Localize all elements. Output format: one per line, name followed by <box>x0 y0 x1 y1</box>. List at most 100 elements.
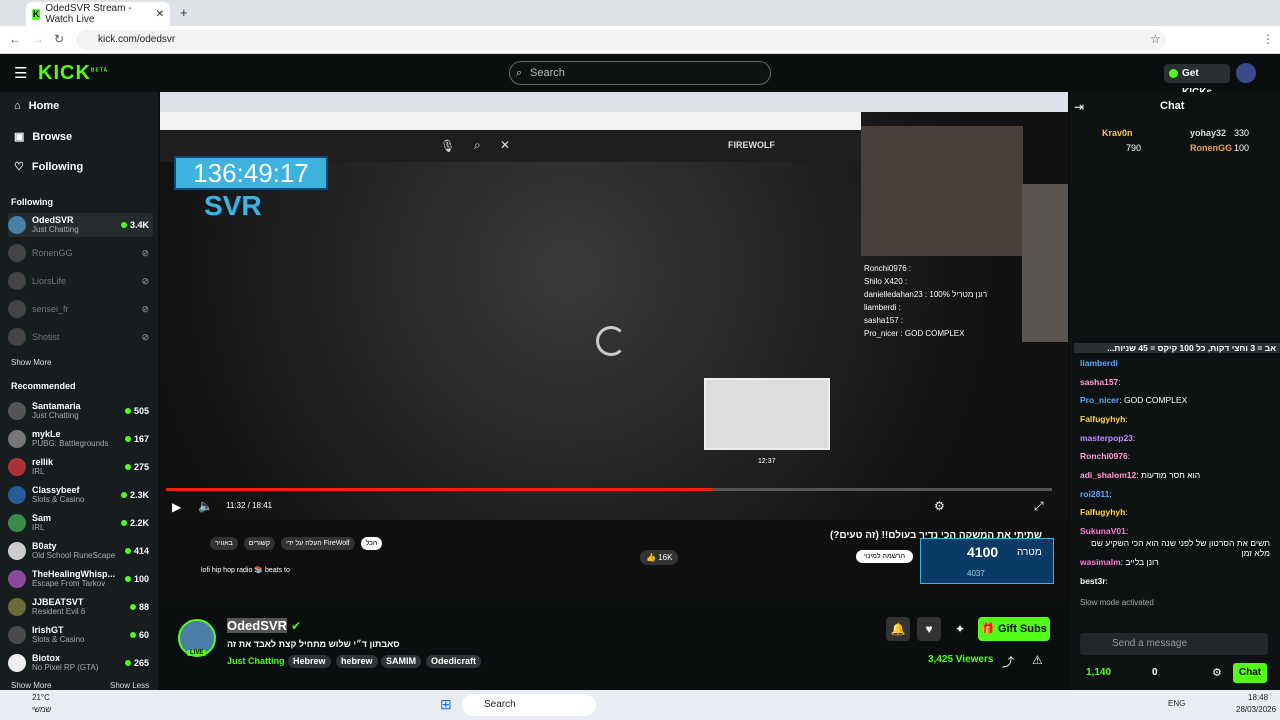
chat-settings-gear-icon[interactable]: ⚙ <box>1212 666 1222 679</box>
rec-channel[interactable]: IrishGT Slots & Casino 60 <box>8 623 153 647</box>
menu-kebab-icon[interactable]: ⋮ <box>1262 32 1274 46</box>
recommended-show-less[interactable]: Show Less <box>110 681 149 690</box>
chat-user[interactable]: SukunaV01 <box>1080 526 1126 536</box>
follow-heart-icon[interactable]: ♥ <box>917 617 941 641</box>
chat-input[interactable]: Send a message <box>1080 633 1268 655</box>
chat-user[interactable]: Ronchi0976 <box>1080 451 1128 461</box>
nav-home[interactable]: ⌂ Home <box>14 100 59 112</box>
yt-subtab[interactable]: קשורים <box>243 537 276 550</box>
kick-logo[interactable]: KICKBETA <box>38 62 108 85</box>
chat-user[interactable]: sasha157 <box>1080 377 1118 387</box>
chat-user[interactable]: Pro_nicer <box>1080 395 1119 405</box>
chat-message: adi_shalom12: הוא חסר מודעות <box>1080 470 1201 480</box>
taskbar-search[interactable]: Search <box>462 694 596 716</box>
rec-channel[interactable]: Santamaria Just Chatting 505 <box>8 399 153 423</box>
share-icon[interactable]: ⤴ <box>1002 653 1014 670</box>
rec-channel[interactable]: Classybeef Slots & Casino 2.3K <box>8 483 153 507</box>
yt-subtab[interactable]: העלה על ידי FireWolf <box>281 537 355 550</box>
chat-user[interactable]: adi_shalom12 <box>1080 470 1136 480</box>
avatar <box>8 216 26 234</box>
boost-icon[interactable]: ✦ <box>948 617 972 641</box>
stream-category[interactable]: Just Chatting <box>227 656 285 666</box>
following-channel-ronengg[interactable]: RonenGG ⊘ <box>8 241 153 265</box>
channel-category: PUBG: Battlegrounds <box>32 439 109 448</box>
url-field[interactable]: kick.com/odedsvr <box>76 30 1166 50</box>
hamburger-icon[interactable]: ☰ <box>14 64 27 82</box>
nav-following[interactable]: ♡ Following <box>14 160 83 174</box>
logo-text: KICK <box>38 62 91 84</box>
chat-user[interactable]: roi2811 <box>1080 489 1109 499</box>
play-icon[interactable]: ▶ <box>172 500 181 514</box>
fullscreen-icon[interactable]: ⤢ <box>1034 499 1044 514</box>
avatar <box>8 458 26 476</box>
close-tab-icon[interactable]: ✕ <box>156 9 164 20</box>
browser-tab[interactable]: K OdedSVR Stream - Watch Live ✕ <box>26 2 170 26</box>
chat-user[interactable]: Falfugyhyh <box>1080 507 1125 517</box>
recommended-show-more[interactable]: Show More <box>11 681 51 690</box>
viewer-count: 60 <box>129 630 149 640</box>
secondary-webcam <box>1022 184 1068 342</box>
forward-icon[interactable]: → <box>32 32 44 46</box>
chat-user[interactable]: wasimalm <box>1080 557 1121 567</box>
kicks-balance[interactable]: 0 <box>1152 667 1158 678</box>
reload-icon[interactable]: ↻ <box>54 32 64 46</box>
rec-channel[interactable]: B0aty Old School RuneScape 414 <box>8 539 153 563</box>
kicks-balance-value: 0 <box>1152 667 1158 678</box>
rec-channel[interactable]: Sam IRL 2.2K <box>8 511 153 535</box>
avatar <box>8 430 26 448</box>
report-icon[interactable]: ⚠ <box>1032 653 1043 667</box>
volume-icon[interactable]: 🔈 <box>198 499 213 513</box>
yt-subtab[interactable]: הכל <box>360 537 383 550</box>
collapse-chat-icon[interactable]: ⇥ <box>1074 100 1084 114</box>
chat-user[interactable]: liamberdi <box>1080 358 1118 368</box>
viewer-count-value: 60 <box>138 630 149 640</box>
goal-current: 4037 <box>967 569 985 578</box>
tag[interactable]: hebrew <box>336 655 378 668</box>
rec-channel[interactable]: TheHealingWhisp... Escape From Tarkov 100 <box>8 567 153 591</box>
search-input[interactable]: ⌕ Search <box>509 61 771 85</box>
chat-user[interactable]: best3r <box>1080 576 1106 586</box>
channel-name: Shotist <box>32 332 60 342</box>
get-kicks-button[interactable]: Get KICKs <box>1164 64 1230 98</box>
new-tab-icon[interactable]: + <box>180 5 188 20</box>
yt-subtab[interactable]: באוויר <box>210 537 238 550</box>
send-chat-button[interactable]: Chat <box>1233 663 1267 683</box>
rec-channel[interactable]: mykLe PUBG: Battlegrounds 167 <box>8 427 153 451</box>
bookmark-star-icon[interactable]: ☆ <box>1150 32 1161 46</box>
like-count: 16K <box>658 553 673 562</box>
goal-label: מטרה <box>1017 547 1042 558</box>
channel-name: rellik <box>32 457 54 467</box>
windows-start-icon[interactable]: ⊞ <box>440 696 452 713</box>
tag[interactable]: Odedicraft <box>426 655 482 668</box>
live-dot-icon <box>120 520 127 526</box>
rec-channel[interactable]: rellik IRL 275 <box>8 455 153 479</box>
yt-subscribe-button[interactable]: הרשמה למינוי <box>856 550 914 563</box>
settings-gear-icon[interactable]: ⚙ <box>934 499 945 513</box>
avatar <box>8 244 26 262</box>
chat-user[interactable]: masterpop23 <box>1080 433 1133 443</box>
chat-user[interactable]: Falfugyhyh <box>1080 414 1125 424</box>
following-channel-liorslife[interactable]: LiorsLife ⊘ <box>8 269 153 293</box>
streamer-name[interactable]: OdedSVR <box>227 618 287 633</box>
rec-channel[interactable]: Biotox No Pixel RP (GTA) 265 <box>8 651 153 675</box>
chat-placeholder: Send a message <box>1112 638 1188 649</box>
back-icon[interactable]: ← <box>9 32 21 46</box>
rec-channel[interactable]: JJBEATSVT Resident Evil 6 88 <box>8 595 153 619</box>
tag[interactable]: Hebrew <box>288 655 331 668</box>
notification-bell-icon[interactable]: 🔔 <box>886 617 910 641</box>
following-channel-sensei[interactable]: sensei_fr ⊘ <box>8 297 153 321</box>
following-show-more[interactable]: Show More <box>11 358 51 367</box>
viewer-count: 265 <box>124 658 149 668</box>
like-button[interactable]: 👍 16K <box>640 550 679 565</box>
nav-browse[interactable]: ▣ Browse <box>14 130 72 144</box>
following-channel-shotist[interactable]: Shotist ⊘ <box>8 325 153 349</box>
channel-points[interactable]: 1,140 <box>1086 667 1111 678</box>
chat-text: הוא חסר מודעות <box>1140 470 1201 480</box>
tag[interactable]: SAMIM <box>381 655 421 668</box>
gift-subs-button[interactable]: 🎁 Gift Subs <box>978 617 1050 641</box>
user-avatar[interactable] <box>1236 63 1256 83</box>
input-language[interactable]: ENG <box>1168 699 1185 708</box>
avatar <box>8 598 26 616</box>
following-channel-odedsvr[interactable]: OdedSVR Just Chatting 3.4K <box>8 213 153 237</box>
video-player[interactable]: 🎙 ⌕ ✕ FIREWOLF 136:49:17 SVR Ronchi0976 … <box>160 92 1068 602</box>
